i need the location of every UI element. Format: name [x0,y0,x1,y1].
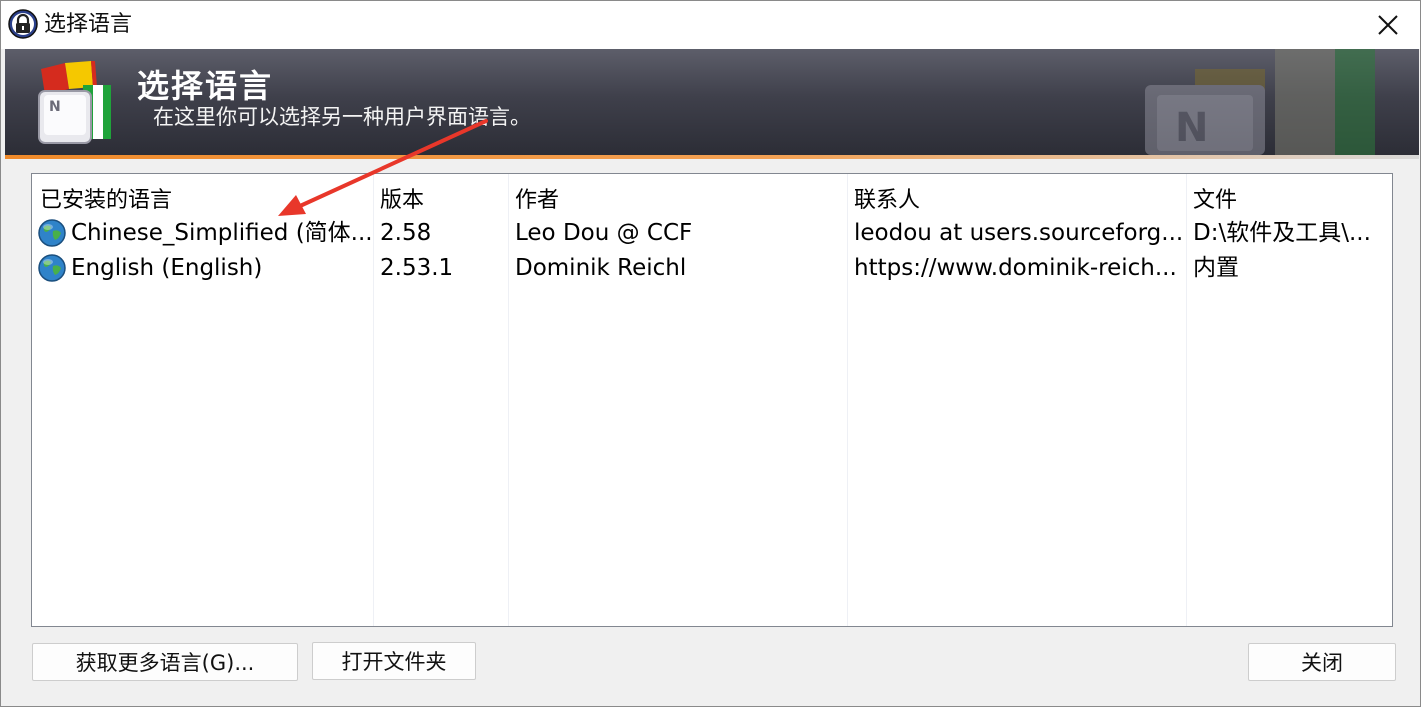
language-dialog: 选择语言 N N 选择语言 在这里你可以选择另一种用户界面语言。 已安装的语言 … [0,0,1421,707]
language-author: Dominik Reichl [515,255,687,281]
column-header-version[interactable]: 版本 [380,182,424,214]
banner-accent-stripe [5,155,1419,159]
close-button[interactable]: 关闭 [1248,643,1396,681]
language-contact: leodou at users.sourceforg... [854,220,1184,246]
table-row[interactable]: English (English) 2.53.1 Dominik Reichl … [32,251,1392,285]
get-more-languages-button[interactable]: 获取更多语言(G)... [32,643,298,681]
open-folder-label: 打开文件夹 [341,650,447,674]
close-icon[interactable] [1363,1,1413,49]
globe-icon [38,254,66,282]
language-file: D:\软件及工具\... [1193,220,1371,246]
window-title: 选择语言 [44,12,133,37]
globe-icon [38,219,66,247]
language-version: 2.53.1 [380,255,454,281]
column-header-contact[interactable]: 联系人 [854,182,920,214]
language-version: 2.58 [380,220,432,246]
title-bar[interactable]: 选择语言 [1,1,1420,49]
language-name: English (English) [71,255,263,281]
language-file: 内置 [1193,255,1239,281]
language-flag-keyboard-icon: N [38,61,111,144]
column-header-language[interactable]: 已安装的语言 [40,182,172,214]
table-row[interactable]: Chinese_Simplified (简体... 2.58 Leo Dou @… [32,216,1392,250]
column-header-file[interactable]: 文件 [1193,182,1237,214]
language-contact: https://www.dominik-reich... [854,255,1177,281]
languages-list[interactable]: 已安装的语言 版本 作者 联系人 文件 Chinese_Simplified (… [31,173,1393,627]
banner-subtitle: 在这里你可以选择另一种用户界面语言。 [153,105,531,129]
header-banner: N N 选择语言 在这里你可以选择另一种用户界面语言。 [5,49,1419,155]
close-label: 关闭 [1301,651,1343,675]
language-author: Leo Dou @ CCF [515,220,693,246]
keepass-lock-icon [8,9,38,39]
svg-text:N: N [1175,105,1208,151]
column-header-author[interactable]: 作者 [515,182,559,214]
banner-watermark-graphic: N [1145,49,1375,155]
get-more-languages-label: 获取更多语言(G)... [75,651,255,675]
language-name: Chinese_Simplified (简体... [71,220,371,246]
svg-text:N: N [49,99,61,115]
open-folder-button[interactable]: 打开文件夹 [312,642,476,680]
